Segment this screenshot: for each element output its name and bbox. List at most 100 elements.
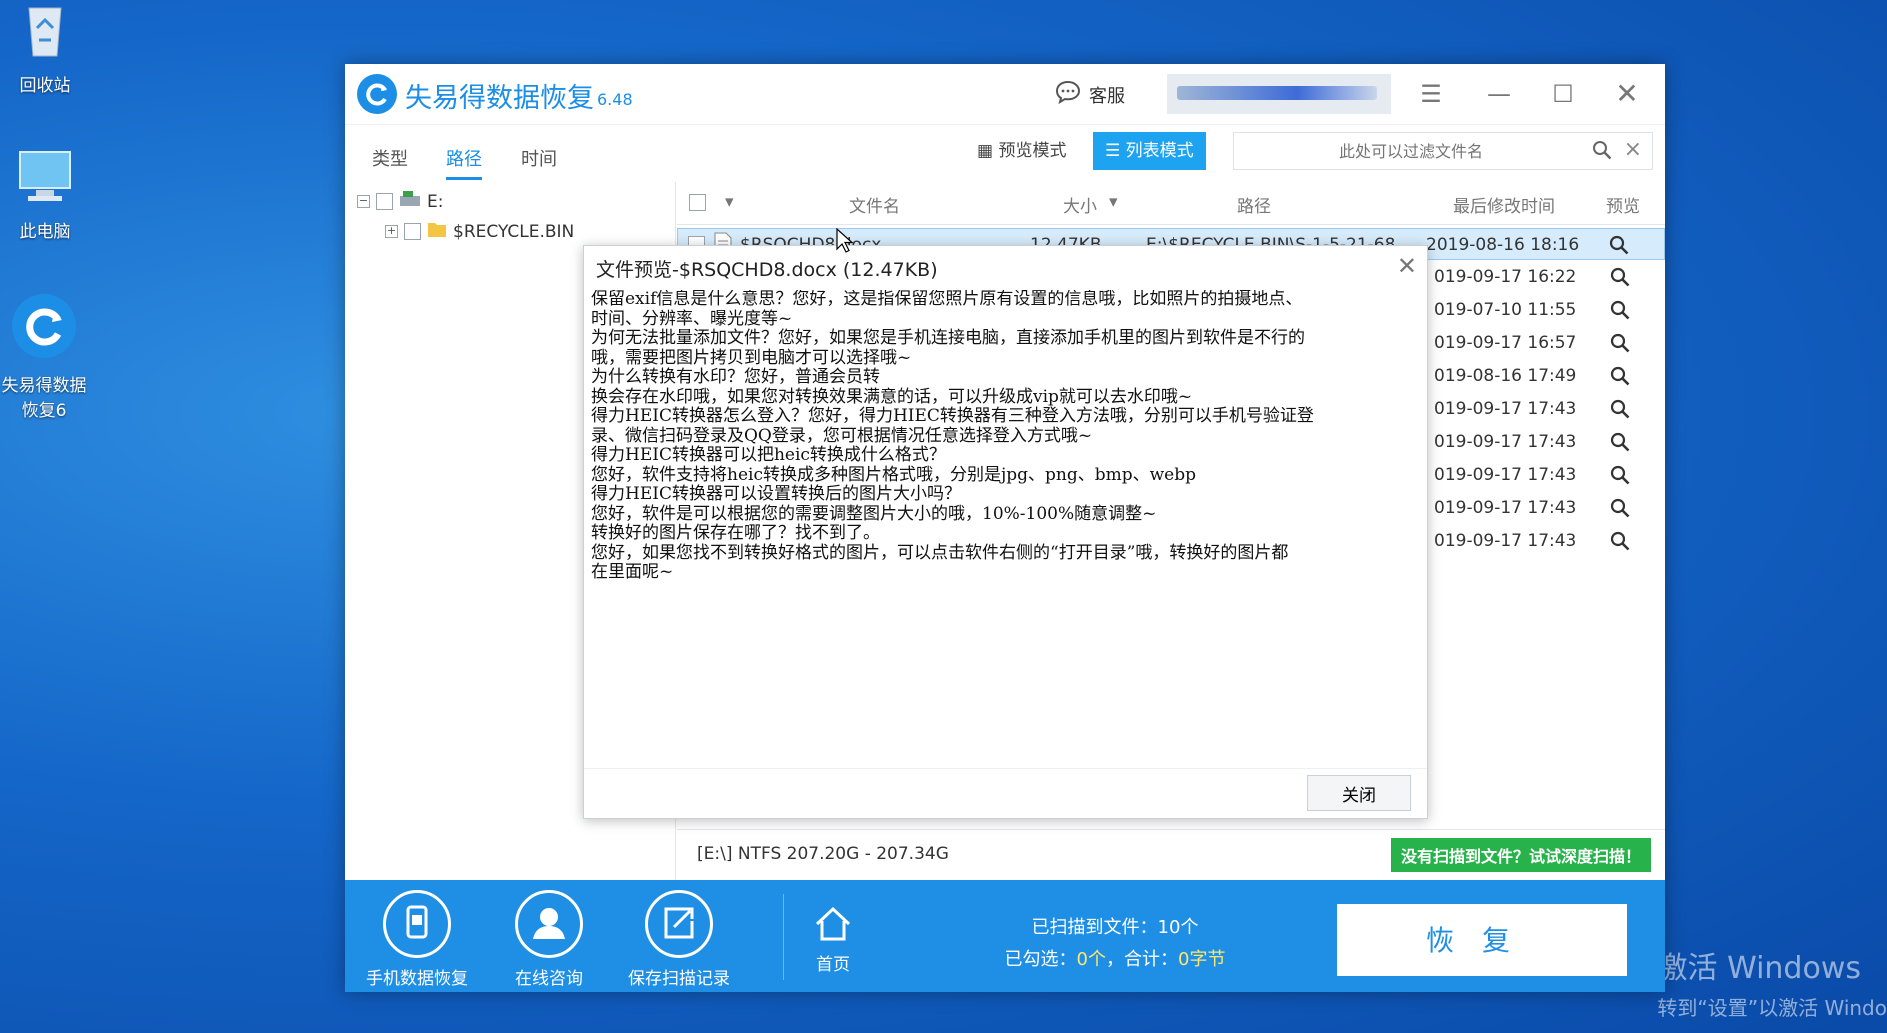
search-icon[interactable] xyxy=(1592,140,1612,164)
tree-node-drive[interactable]: − E: xyxy=(357,190,443,213)
save-scan-record-label: 保存扫描记录 xyxy=(628,969,730,989)
column-path[interactable]: 路径 xyxy=(1237,192,1271,217)
preview-magnifier-icon[interactable] xyxy=(1610,531,1630,556)
desktop-icon-label: 失易得数据恢复6 xyxy=(1,376,87,421)
scanned-label: 已扫描到文件： xyxy=(1031,917,1158,938)
file-modified: 019-09-17 17:43 xyxy=(1434,465,1577,485)
dialog-close-icon[interactable]: ✕ xyxy=(1397,252,1417,280)
file-modified: 019-09-17 16:57 xyxy=(1434,333,1577,353)
preview-mode-button[interactable]: ▦ 预览模式 xyxy=(965,132,1078,170)
tab-type[interactable]: 类型 xyxy=(372,145,408,177)
column-name[interactable]: 文件名 xyxy=(849,192,900,217)
preview-magnifier-icon[interactable] xyxy=(1610,465,1630,490)
user-icon xyxy=(515,890,583,958)
preview-line: 哦，需要把图片拷贝到电脑才可以选择哦~ xyxy=(591,347,912,368)
sort-icon[interactable]: ▾ xyxy=(1109,192,1118,212)
desktop-icon-app[interactable]: 失易得数据恢复6 xyxy=(0,292,94,421)
preview-magnifier-icon[interactable] xyxy=(1610,267,1630,292)
drive-label: E: xyxy=(427,191,444,212)
home-button[interactable]: 首页 xyxy=(778,902,888,975)
preview-magnifier-icon[interactable] xyxy=(1610,432,1630,457)
maximize-icon[interactable]: ☐ xyxy=(1545,76,1581,112)
close-icon[interactable]: ✕ xyxy=(1609,76,1645,112)
file-modified: 019-09-17 16:22 xyxy=(1434,267,1577,287)
filter-input[interactable] xyxy=(1244,133,1578,169)
phone-recovery-label: 手机数据恢复 xyxy=(366,969,468,989)
folder-label: $RECYCLE.BIN xyxy=(453,221,575,242)
service-button[interactable]: 客服 xyxy=(1055,80,1125,109)
folder-icon xyxy=(427,220,447,243)
file-modified: 019-08-16 17:49 xyxy=(1434,366,1577,386)
chat-icon xyxy=(1055,80,1081,109)
preview-line: 得力HEIC转换器可以设置转换后的图片大小吗？ xyxy=(591,484,961,504)
tab-path[interactable]: 路径 xyxy=(446,145,482,180)
recover-button[interactable]: 恢复 xyxy=(1337,904,1627,976)
list-header: ▾ 文件名 大小 ▾ 路径 最后修改时间 预览 xyxy=(677,182,1665,225)
desktop-icon-recycle-bin[interactable]: 回收站 xyxy=(0,0,90,96)
file-preview-dialog: 文件预览-$RSQCHD8.docx (12.47KB) ✕ 保留exif信息是… xyxy=(583,245,1428,819)
preview-magnifier-icon[interactable] xyxy=(1610,333,1630,358)
dialog-close-button[interactable]: 关闭 xyxy=(1307,775,1411,811)
folder-checkbox[interactable] xyxy=(404,223,421,240)
service-label: 客服 xyxy=(1089,85,1125,107)
deep-scan-button[interactable]: 没有扫描到文件？试试深度扫描！ xyxy=(1390,838,1651,872)
preview-magnifier-icon[interactable] xyxy=(1610,300,1630,325)
file-modified: 019-09-17 17:43 xyxy=(1434,399,1577,419)
preview-line: 录、微信扫码登录及QQ登录，您可根据情况任意选择登入方式哦~ xyxy=(591,425,1093,446)
selected-label: 已勾选： xyxy=(1004,949,1077,970)
status-bar: [E:\] NTFS 207.20G - 207.34G 没有扫描到文件？试试深… xyxy=(677,829,1665,880)
preview-magnifier-icon[interactable] xyxy=(1610,399,1630,424)
volume-info: [E:\] NTFS 207.20G - 207.34G xyxy=(697,844,949,864)
expand-icon[interactable]: + xyxy=(385,225,398,238)
view-tabs: 类型 路径 时间 xyxy=(345,125,675,183)
list-icon: ☰ xyxy=(1105,141,1121,161)
preview-magnifier-icon[interactable] xyxy=(1609,235,1629,260)
app-title: 失易得数据恢复 xyxy=(405,83,594,114)
preview-magnifier-icon[interactable] xyxy=(1610,366,1630,391)
desktop-icon-computer[interactable]: 此电脑 xyxy=(0,148,90,242)
preview-line: 为何无法批量添加文件？您好，如果您是手机连接电脑，直接添加手机里的图片到软件是不… xyxy=(591,328,1305,348)
preview-line: 得力HEIC转换器可以把heic转换成什么格式？ xyxy=(591,445,946,465)
preview-magnifier-icon[interactable] xyxy=(1610,498,1630,523)
collapse-icon[interactable]: − xyxy=(357,195,370,208)
column-preview: 预览 xyxy=(1606,197,1640,217)
preview-line: 转换好的图片保存在哪了？找不到了。 xyxy=(591,523,880,543)
drive-checkbox[interactable] xyxy=(376,193,393,210)
phone-recovery-button[interactable]: 手机数据恢复 xyxy=(362,890,472,989)
desktop-icon-label: 回收站 xyxy=(19,76,71,96)
save-scan-record-button[interactable]: 保存扫描记录 xyxy=(624,890,734,989)
column-size[interactable]: 大小 xyxy=(1063,192,1097,217)
online-consult-button[interactable]: 在线咨询 xyxy=(494,890,604,989)
activation-watermark-hint: 转到“设置”以激活 Windo xyxy=(1657,996,1887,1020)
list-mode-label: 列表模式 xyxy=(1125,141,1194,161)
phone-icon xyxy=(383,890,451,958)
total-label: ，合计： xyxy=(1106,949,1178,970)
tab-time[interactable]: 时间 xyxy=(521,145,557,177)
dialog-title: 文件预览-$RSQCHD8.docx (12.47KB) xyxy=(596,259,938,281)
scan-stats: 已扫描到文件：10个 已勾选：0个，合计：0字节 xyxy=(985,912,1245,976)
account-banner[interactable] xyxy=(1167,74,1391,114)
column-modified[interactable]: 最后修改时间 xyxy=(1453,192,1555,217)
title-bar: 失易得数据恢复 6.48 客服 ☰ — ☐ ✕ xyxy=(345,64,1665,125)
file-modified: 019-07-10 11:55 xyxy=(1434,300,1577,320)
file-modified: 019-09-17 17:43 xyxy=(1434,498,1577,518)
scanned-count: 10个 xyxy=(1157,917,1199,938)
activation-watermark: 激活 Windows xyxy=(1657,951,1861,986)
select-all-checkbox[interactable] xyxy=(689,194,706,211)
select-menu-icon[interactable]: ▾ xyxy=(725,192,734,212)
selected-count: 0个 xyxy=(1076,949,1106,970)
minimize-icon[interactable]: — xyxy=(1481,76,1517,112)
list-mode-button[interactable]: ☰ 列表模式 xyxy=(1093,132,1206,170)
menu-icon[interactable]: ☰ xyxy=(1413,76,1449,112)
preview-line: 得力HEIC转换器怎么登入？您好，得力HIEC转换器有三种登入方法哦，分别可以手… xyxy=(591,406,1314,426)
export-icon xyxy=(645,890,713,958)
preview-line: 您好，如果您找不到转换好格式的图片，可以点击软件右侧的“打开目录”哦，转换好的图… xyxy=(591,542,1289,563)
preview-text: 保留exif信息是什么意思？您好，这是指保留您照片原有设置的信息哦，比如照片的拍… xyxy=(591,290,1413,730)
preview-line: 换会存在水印哦，如果您对转换效果满意的话，可以升级成vip就可以去水印哦~ xyxy=(591,386,1193,407)
preview-line: 在里面呢~ xyxy=(591,562,674,582)
file-modified: 2019-08-16 18:16 xyxy=(1426,235,1580,255)
clear-filter-icon[interactable]: × xyxy=(1624,137,1642,162)
tree-node-recycle-bin[interactable]: + $RECYCLE.BIN xyxy=(385,220,574,243)
preview-mode-label: 预览模式 xyxy=(998,141,1067,161)
app-version: 6.48 xyxy=(597,90,633,109)
